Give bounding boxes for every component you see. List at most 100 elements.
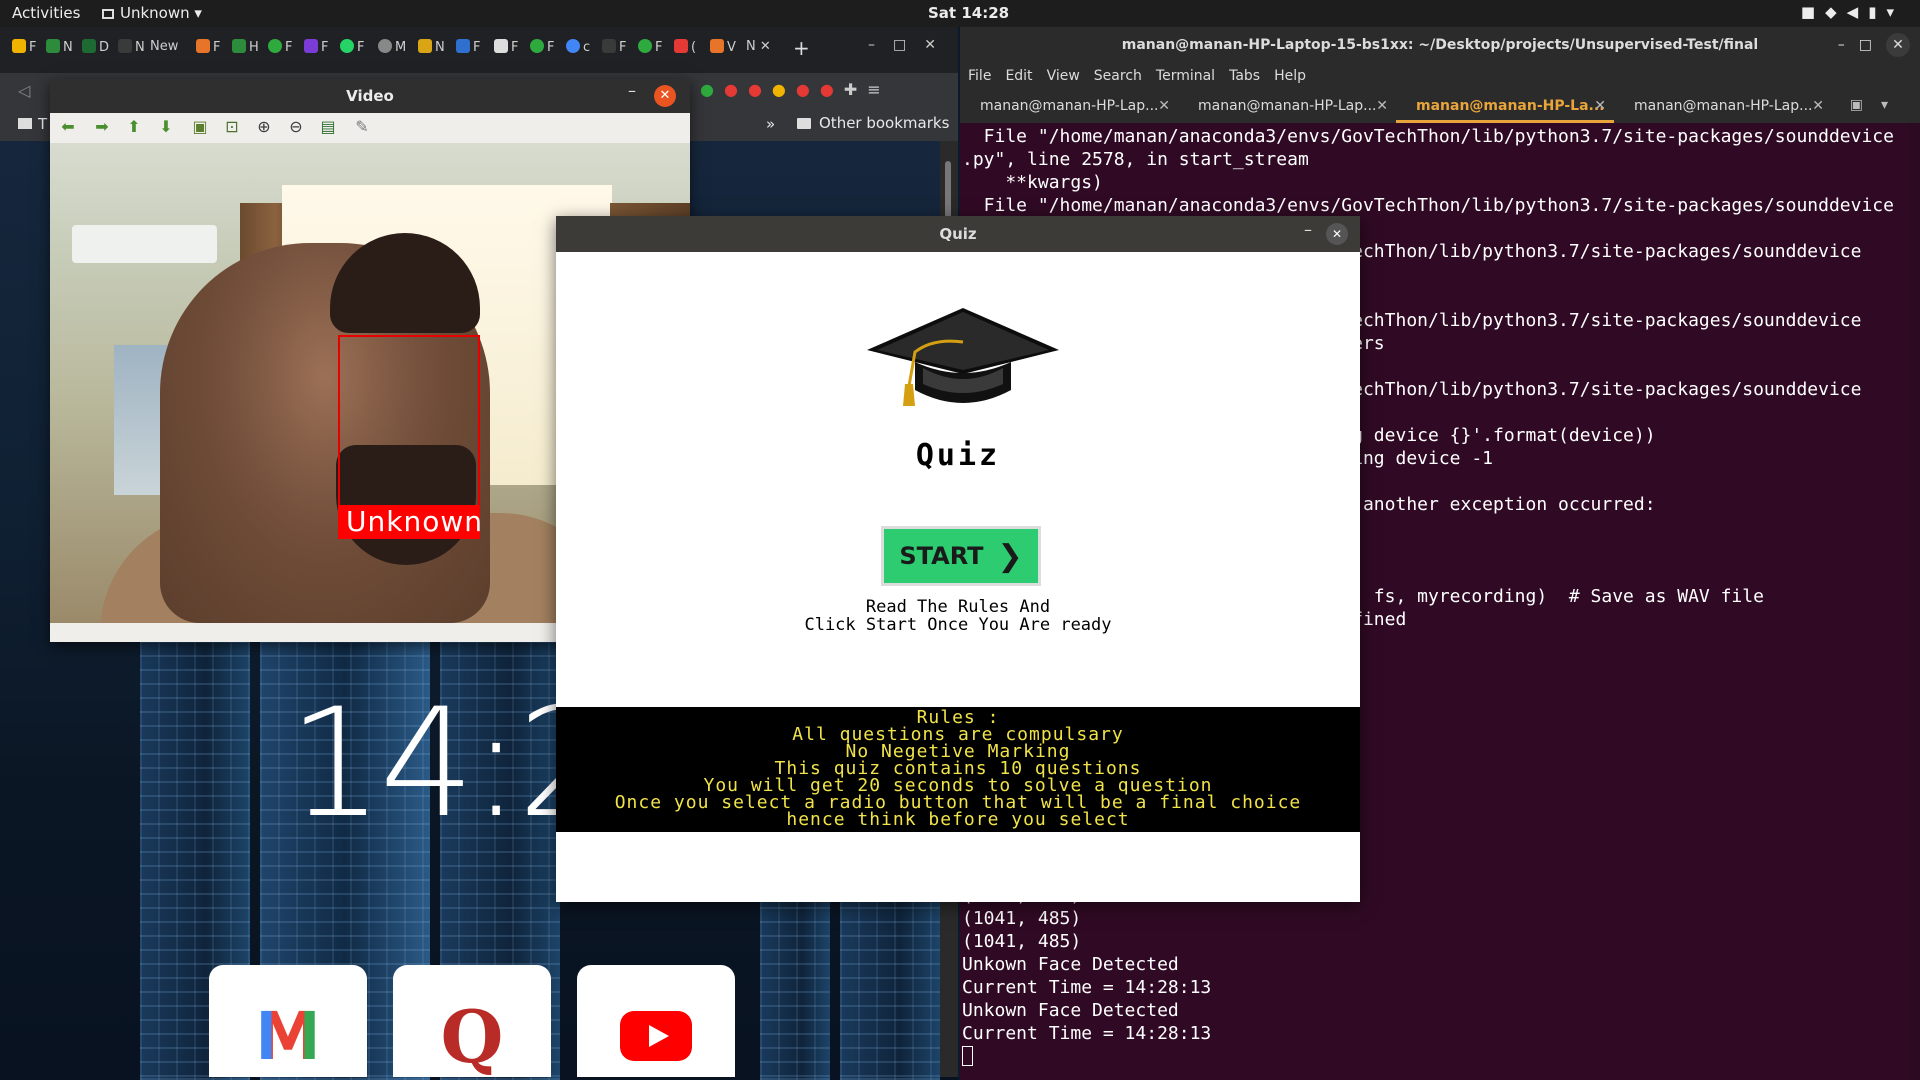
puzzle-icon[interactable]: ✚ bbox=[844, 80, 867, 99]
chrome-tab[interactable]: c bbox=[566, 39, 590, 61]
chrome-tab[interactable]: M bbox=[378, 39, 406, 61]
activities-button[interactable]: Activities bbox=[12, 4, 80, 22]
menu-help[interactable]: Help bbox=[1274, 63, 1306, 89]
bookmarks-overflow-button[interactable]: » bbox=[766, 115, 775, 133]
record-icon[interactable]: ● bbox=[796, 80, 820, 99]
chrome-tab[interactable]: F bbox=[494, 39, 518, 61]
arrow-left-icon[interactable]: ⬅ bbox=[58, 117, 78, 137]
zoom-in-icon[interactable]: ⊕ bbox=[254, 117, 274, 137]
chrome-tab[interactable]: ( bbox=[674, 39, 696, 61]
settings-icon[interactable]: ✎ bbox=[352, 117, 372, 137]
new-tab-button[interactable]: + bbox=[793, 36, 810, 60]
alarm-icon[interactable]: ● bbox=[724, 80, 748, 99]
terminal-line: (1041, 485) bbox=[962, 931, 1082, 952]
close-icon[interactable]: ✕ bbox=[760, 39, 771, 54]
tab-favicon-icon bbox=[118, 39, 132, 53]
air-conditioner bbox=[72, 225, 217, 263]
menu-file[interactable]: File bbox=[968, 63, 991, 89]
close-icon[interactable]: ✕ bbox=[1376, 89, 1388, 123]
menu-search[interactable]: Search bbox=[1094, 63, 1142, 89]
tab-favicon-icon bbox=[82, 39, 96, 53]
terminal-tab-active[interactable]: manan@manan-HP-La... ✕ bbox=[1396, 89, 1614, 123]
extensions-bar[interactable]: ●●●●●●✚≡ bbox=[700, 80, 891, 99]
chrome-tab[interactable]: F bbox=[638, 39, 662, 61]
menu-terminal[interactable]: Terminal bbox=[1156, 63, 1215, 89]
chrome-tab[interactable]: H bbox=[232, 39, 259, 61]
tab-label: New bbox=[150, 39, 179, 54]
arrow-up-icon[interactable]: ⬆ bbox=[124, 117, 144, 137]
tab-label: N bbox=[135, 40, 145, 55]
chrome-tab[interactable]: D bbox=[82, 39, 109, 61]
shield-icon[interactable]: ● bbox=[748, 80, 772, 99]
start-button-label: START bbox=[899, 542, 984, 570]
menu-tabs[interactable]: Tabs bbox=[1229, 63, 1260, 89]
window-icon bbox=[102, 9, 114, 19]
quora-shortcut[interactable]: Q bbox=[393, 965, 551, 1077]
camera-icon: ■ bbox=[1800, 3, 1826, 21]
start-button[interactable]: START ❯ bbox=[881, 526, 1041, 586]
chrome-tab[interactable]: N bbox=[418, 39, 445, 61]
terminal-tab[interactable]: manan@manan-HP-Lap... ✕ bbox=[1178, 89, 1396, 123]
menu-view[interactable]: View bbox=[1047, 63, 1080, 89]
gmail-shortcut[interactable]: M bbox=[209, 965, 367, 1077]
terminal-tab[interactable]: manan@manan-HP-Lap... ✕ bbox=[1614, 89, 1832, 123]
maximize-icon[interactable]: □ bbox=[1859, 37, 1886, 53]
minimize-icon[interactable]: – bbox=[1304, 220, 1312, 239]
image-icon[interactable]: ▣ bbox=[190, 117, 210, 137]
chrome-tab[interactable]: V bbox=[710, 39, 736, 61]
chevron-down-icon[interactable]: ▾ bbox=[1881, 97, 1906, 113]
minimize-icon[interactable]: – bbox=[1838, 37, 1859, 53]
arrow-down-icon[interactable]: ⬇ bbox=[156, 117, 176, 137]
arrow-right-icon[interactable]: ➡ bbox=[92, 117, 112, 137]
terminal-tab-actions[interactable]: ▣▾ bbox=[1850, 97, 1906, 113]
chrome-tab[interactable]: N bbox=[118, 39, 145, 61]
chrome-tab[interactable]: N bbox=[46, 39, 73, 61]
youtube-shortcut[interactable] bbox=[577, 965, 735, 1077]
new-tab-icon[interactable]: ▣ bbox=[1850, 97, 1881, 113]
close-icon[interactable]: ✕ bbox=[1812, 89, 1824, 123]
tab-label: F bbox=[619, 40, 627, 55]
chrome-tab[interactable]: F bbox=[530, 39, 554, 61]
maximize-icon[interactable]: □ bbox=[893, 37, 924, 53]
minimize-icon[interactable]: – bbox=[628, 81, 636, 100]
close-icon[interactable]: ✕ bbox=[1886, 33, 1910, 57]
terminal-tab[interactable]: manan@manan-HP-Lap... ✕ bbox=[960, 89, 1178, 123]
terminal-window-controls[interactable]: –□ ✕ bbox=[1838, 33, 1910, 57]
zoom-out-icon[interactable]: ⊖ bbox=[286, 117, 306, 137]
chrome-tab[interactable]: F bbox=[340, 39, 364, 61]
chrome-tab[interactable]: F bbox=[268, 39, 292, 61]
terminal-prompt[interactable] bbox=[962, 1045, 1902, 1068]
close-icon[interactable]: ✕ bbox=[1326, 223, 1348, 245]
top-bar-clock[interactable]: Sat 14:28 bbox=[928, 4, 1009, 22]
close-icon[interactable]: ✕ bbox=[1594, 89, 1606, 123]
extension-icon[interactable]: ● bbox=[772, 80, 796, 99]
system-tray[interactable]: ■◆◀▮▾ bbox=[1801, 3, 1904, 21]
back-icon[interactable]: ◁ bbox=[18, 81, 30, 100]
tab-favicon-icon bbox=[530, 39, 544, 53]
terminal-scrollbar[interactable] bbox=[1908, 123, 1920, 1080]
save-icon[interactable]: ▤ bbox=[318, 117, 338, 137]
minimize-icon[interactable]: – bbox=[868, 37, 893, 53]
extension-icon[interactable]: ● bbox=[700, 80, 724, 99]
other-bookmarks-button[interactable]: Other bookmarks bbox=[797, 114, 949, 132]
chrome-tab[interactable]: F bbox=[12, 39, 36, 61]
chrome-tab[interactable]: F bbox=[456, 39, 480, 61]
chrome-tab[interactable]: F bbox=[196, 39, 220, 61]
app-menu[interactable]: Unknown ▾ bbox=[102, 4, 202, 22]
menu-edit[interactable]: Edit bbox=[1005, 63, 1032, 89]
extension-icon[interactable]: ● bbox=[820, 80, 844, 99]
fit-icon[interactable]: ⊡ bbox=[222, 117, 242, 137]
chrome-tab-active[interactable]: N ✕ bbox=[746, 39, 771, 61]
chrome-tab[interactable]: F bbox=[602, 39, 626, 61]
menu-icon[interactable]: ≡ bbox=[867, 80, 890, 99]
chrome-tab[interactable]: New bbox=[150, 39, 178, 61]
close-icon[interactable]: ✕ bbox=[654, 85, 676, 107]
tab-favicon-icon bbox=[602, 39, 616, 53]
close-icon[interactable]: ✕ bbox=[1158, 89, 1170, 123]
chrome-tab[interactable]: F bbox=[304, 39, 328, 61]
tab-label: manan@manan-HP-Lap... bbox=[980, 98, 1159, 114]
bookmark-folder[interactable]: T bbox=[18, 115, 47, 133]
chrome-window-controls[interactable]: –□✕ bbox=[868, 37, 954, 53]
tab-label: F bbox=[357, 40, 365, 55]
close-icon[interactable]: ✕ bbox=[924, 37, 954, 53]
